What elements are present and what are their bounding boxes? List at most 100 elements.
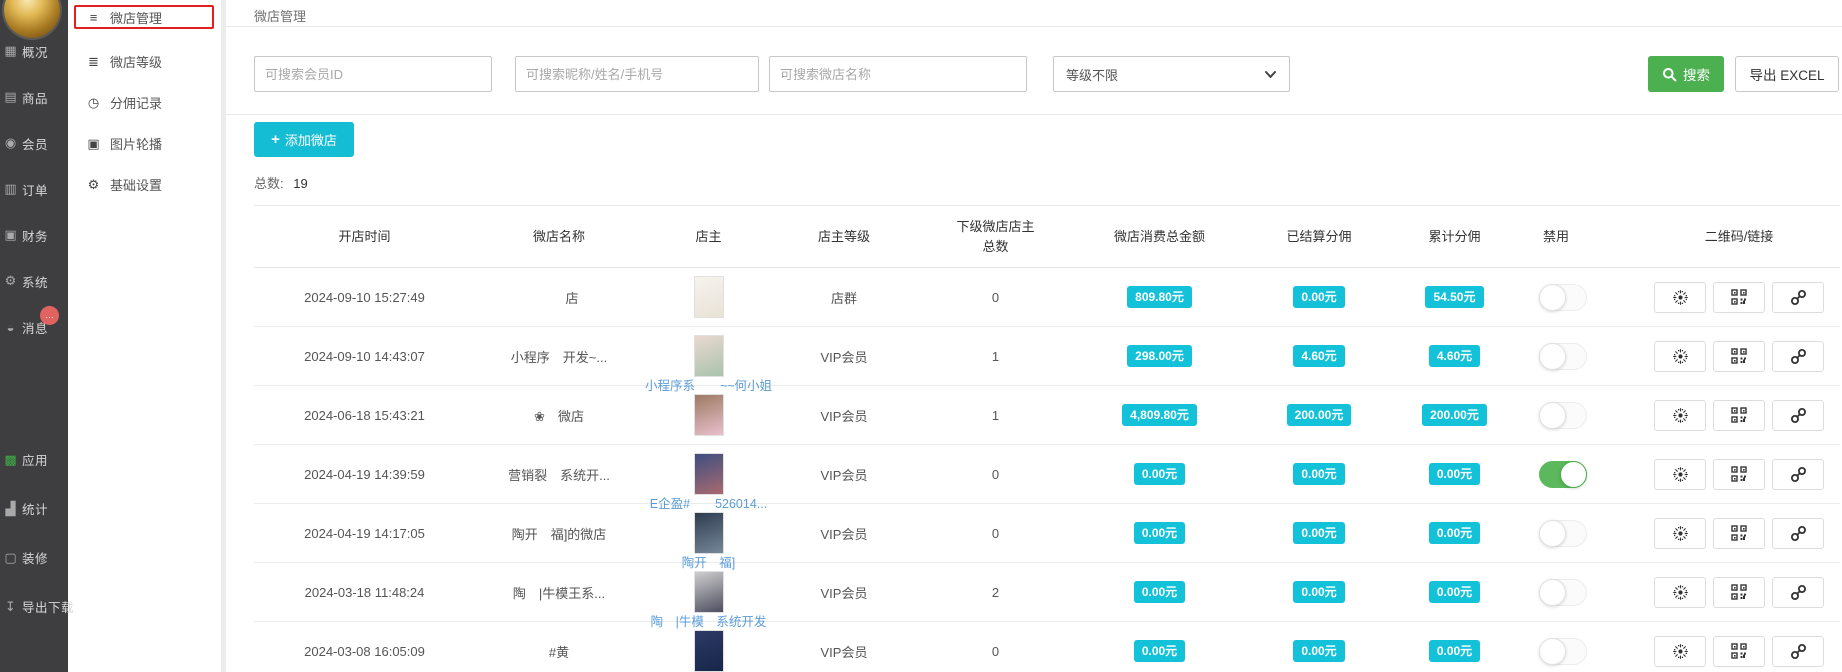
- chevron-down-icon: [1264, 70, 1277, 79]
- row-actions: [1638, 577, 1840, 608]
- qrcode-button[interactable]: [1713, 400, 1765, 431]
- sidebar-item-label: 统计: [22, 499, 48, 518]
- miniprogram-code-button[interactable]: [1654, 518, 1706, 549]
- members-icon: ◉: [2, 135, 19, 151]
- toggle-knob: [1560, 461, 1587, 488]
- total-consumption-badge: 809.80元: [1127, 286, 1192, 308]
- copy-link-button[interactable]: [1772, 282, 1824, 313]
- search-button-label: 搜索: [1683, 64, 1710, 84]
- store-name-input[interactable]: [769, 56, 1027, 92]
- sub-store-count: 0: [992, 526, 999, 541]
- finance-icon: ▣: [2, 227, 19, 243]
- sub-store-count: 1: [992, 408, 999, 423]
- copy-link-button[interactable]: [1772, 341, 1824, 372]
- column-header: 下级微店店主 总数: [914, 206, 1077, 268]
- owner-level: VIP会员: [821, 527, 868, 542]
- sidebar-item-label: 应用: [22, 450, 48, 469]
- submenu-item-label: 图片轮播: [110, 134, 162, 153]
- level-select[interactable]: 等级不限: [1053, 56, 1290, 92]
- plus-icon: +: [271, 131, 280, 148]
- sidebar-item-stats[interactable]: ▟ 统计: [0, 484, 68, 533]
- table-row: 2024-06-18 15:43:21 ❀ 微店 VIP会员 1 4,809.8…: [254, 386, 1840, 445]
- owner-link[interactable]: 陶 |牛模 系统开发: [651, 611, 767, 630]
- qrcode-button[interactable]: [1713, 459, 1765, 490]
- sidebar-item-goods[interactable]: ▤ 商品: [0, 74, 68, 120]
- owner-level: VIP会员: [821, 586, 868, 601]
- miniprogram-code-button[interactable]: [1654, 577, 1706, 608]
- sidebar-item-members[interactable]: ◉ 会员: [0, 120, 68, 166]
- qrcode-button[interactable]: [1713, 518, 1765, 549]
- store-management-icon: ≡: [86, 10, 101, 25]
- link-icon: [1790, 584, 1807, 601]
- main-content: 微店管理 等级不限 搜索 导出 EXCEL + 添加微店: [226, 0, 1842, 672]
- disable-toggle[interactable]: [1539, 520, 1587, 547]
- qrcode-icon: [1731, 348, 1747, 364]
- qrcode-button[interactable]: [1713, 577, 1765, 608]
- miniprogram-code-button[interactable]: [1654, 341, 1706, 372]
- qrcode-button[interactable]: [1713, 636, 1765, 667]
- row-actions: [1638, 400, 1840, 431]
- sidebar-item-label: 概况: [22, 42, 48, 61]
- copy-link-button[interactable]: [1772, 577, 1824, 608]
- miniprogram-code-button[interactable]: [1654, 282, 1706, 313]
- column-header: 二维码/链接: [1638, 206, 1840, 268]
- miniprogram-code-icon: [1672, 289, 1689, 306]
- toggle-knob: [1539, 520, 1566, 547]
- sub-store-count: 2: [992, 585, 999, 600]
- table-row: 2024-09-10 15:27:49 店 店群 0 809.80元 0.00元…: [254, 268, 1840, 327]
- store-name: #黄: [549, 645, 595, 660]
- owner-link[interactable]: 小程序系 ~~何小姐: [645, 375, 772, 394]
- copy-link-button[interactable]: [1772, 518, 1824, 549]
- table-row: 2024-03-08 16:05:09 #黄 #黄锡周~腾信集团小 VIP会员 …: [254, 622, 1840, 672]
- owner-link[interactable]: 陶开 福]: [682, 552, 735, 571]
- qrcode-icon: [1731, 643, 1747, 659]
- cumulative-commission-badge: 0.00元: [1429, 640, 1480, 662]
- sidebar-item-export-download[interactable]: ↧ 导出下载: [0, 582, 68, 631]
- export-excel-button[interactable]: 导出 EXCEL: [1735, 56, 1839, 92]
- sidebar-item-apps[interactable]: ▩ 应用: [0, 435, 68, 484]
- disable-toggle[interactable]: [1539, 579, 1587, 606]
- sidebar-item-orders[interactable]: ▥ 订单: [0, 166, 68, 212]
- owner-link[interactable]: E企盈# 526014...: [650, 493, 767, 512]
- sidebar-item-messages[interactable]: ◒ 消息 …: [0, 304, 68, 350]
- disable-toggle[interactable]: [1539, 343, 1587, 370]
- search-button[interactable]: 搜索: [1648, 56, 1724, 92]
- store-levels-icon: ≣: [86, 54, 101, 70]
- qrcode-button[interactable]: [1713, 341, 1765, 372]
- disable-toggle[interactable]: [1539, 402, 1587, 429]
- disable-toggle[interactable]: [1539, 461, 1587, 488]
- copy-link-button[interactable]: [1772, 400, 1824, 431]
- system-icon: ⚙: [2, 273, 19, 289]
- copy-link-button[interactable]: [1772, 459, 1824, 490]
- submenu-item-label: 基础设置: [110, 175, 162, 194]
- sidebar-item-finance[interactable]: ▣ 财务: [0, 212, 68, 258]
- sidebar-top-group: ▦ 概况 ▤ 商品 ◉ 会员 ▥ 订单 ▣ 财务 ⚙ 系统 ◒ 消息 …: [0, 28, 68, 350]
- submenu-item-image-carousel[interactable]: ▣ 图片轮播: [68, 123, 221, 164]
- main-sidebar: ▦ 概况 ▤ 商品 ◉ 会员 ▥ 订单 ▣ 财务 ⚙ 系统 ◒ 消息 … ▩ 应…: [0, 0, 68, 672]
- copy-link-button[interactable]: [1772, 636, 1824, 667]
- settled-commission-badge: 0.00元: [1293, 286, 1344, 308]
- submenu-item-commission-records[interactable]: ◷ 分佣记录: [68, 82, 221, 123]
- link-icon: [1790, 525, 1807, 542]
- row-actions: [1638, 636, 1840, 667]
- submenu-item-basic-settings[interactable]: ⚙ 基础设置: [68, 164, 221, 205]
- sidebar-item-decorate[interactable]: ▢ 装修: [0, 533, 68, 582]
- miniprogram-code-button[interactable]: [1654, 636, 1706, 667]
- sidebar-item-system[interactable]: ⚙ 系统: [0, 258, 68, 304]
- add-store-button[interactable]: + 添加微店: [254, 122, 354, 157]
- messages-icon: ◒: [2, 320, 19, 335]
- disable-toggle[interactable]: [1539, 638, 1587, 665]
- disable-toggle[interactable]: [1539, 284, 1587, 311]
- member-id-input[interactable]: [254, 56, 492, 92]
- nickname-input[interactable]: [515, 56, 759, 92]
- decorate-icon: ▢: [2, 550, 19, 566]
- toggle-knob: [1539, 579, 1566, 606]
- submenu-item-store-levels[interactable]: ≣ 微店等级: [68, 41, 221, 82]
- miniprogram-code-button[interactable]: [1654, 400, 1706, 431]
- miniprogram-code-button[interactable]: [1654, 459, 1706, 490]
- submenu-item-store-management[interactable]: ≡ 微店管理: [74, 5, 214, 29]
- miniprogram-code-icon: [1672, 348, 1689, 365]
- sidebar-item-overview[interactable]: ▦ 概况: [0, 28, 68, 74]
- column-header: 已结算分佣: [1242, 206, 1396, 268]
- qrcode-button[interactable]: [1713, 282, 1765, 313]
